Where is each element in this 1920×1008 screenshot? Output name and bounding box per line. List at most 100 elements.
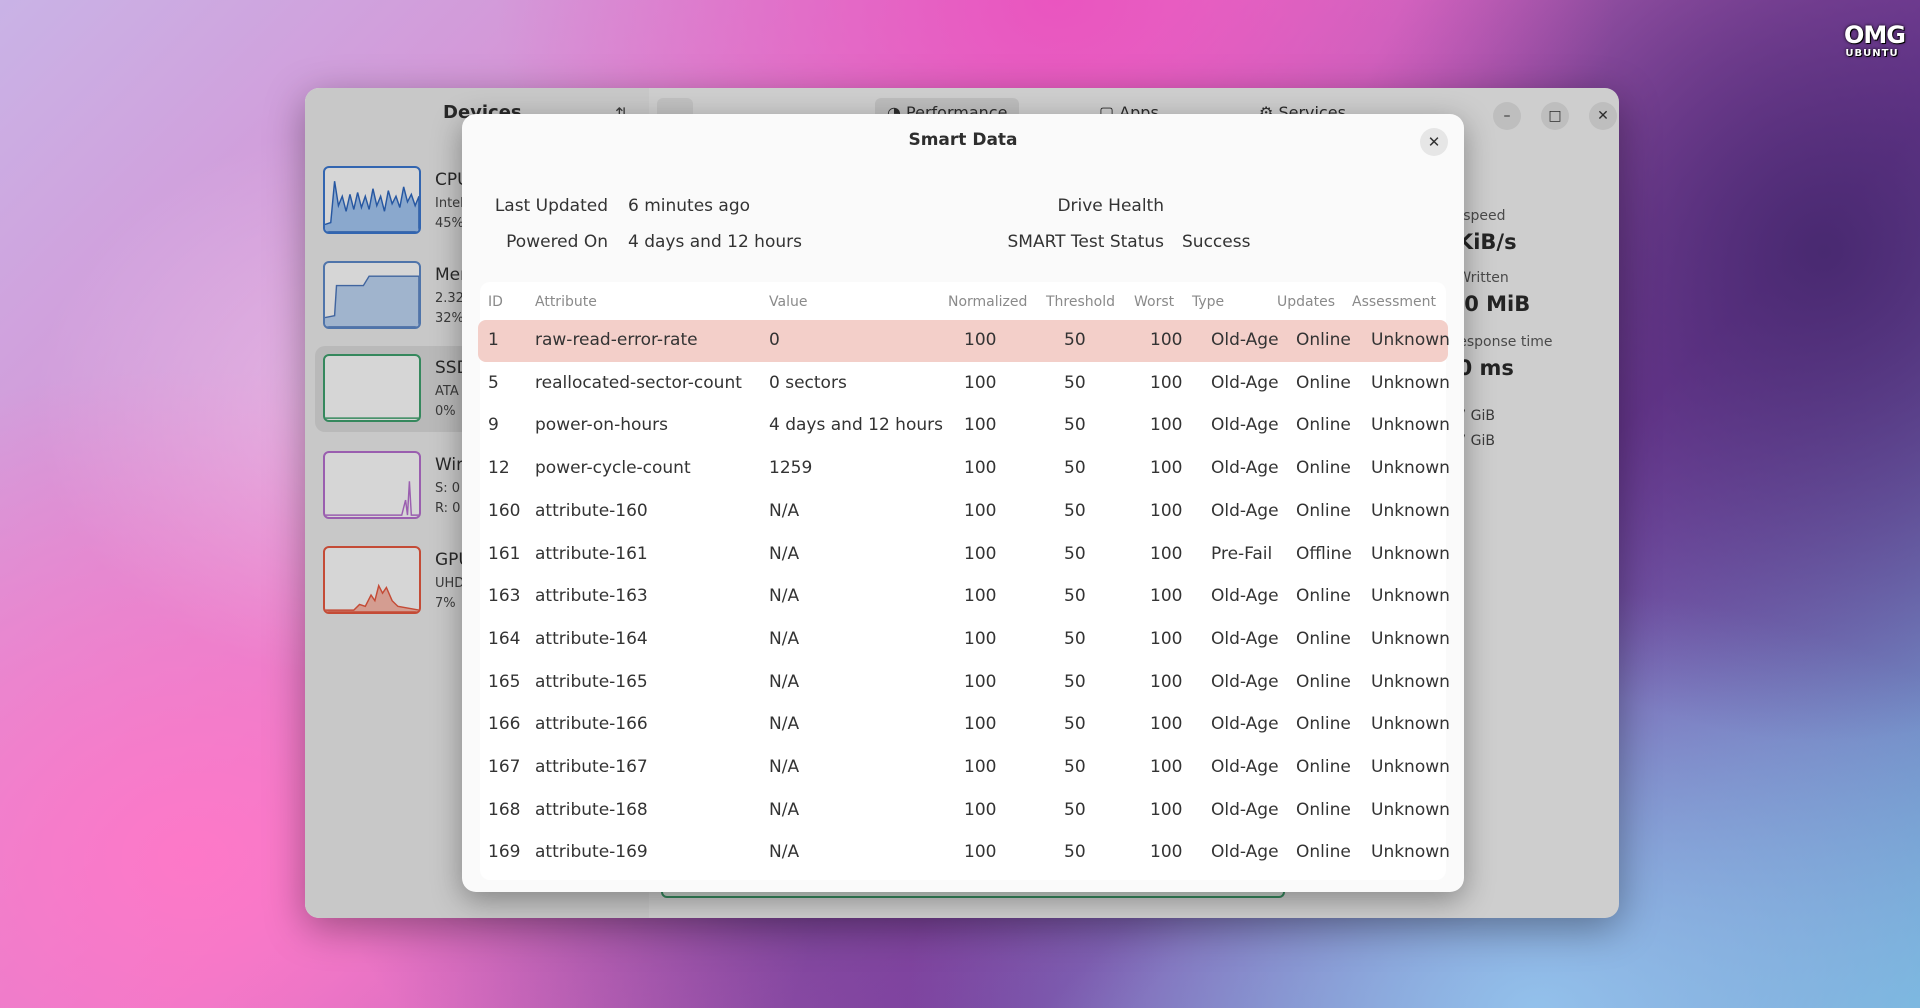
cell-assessment: Unknown: [1371, 415, 1450, 436]
cell-value: N/A: [769, 799, 800, 820]
cell-type: Old-Age: [1211, 458, 1279, 479]
cell-id: 12: [488, 458, 510, 479]
cell-threshold: 50: [1064, 415, 1086, 436]
table-row[interactable]: 169 attribute-169 N/A 100 50 100 Old-Age Online…: [480, 832, 1450, 874]
cell-threshold: 50: [1064, 799, 1086, 820]
cell-updates: Online: [1296, 586, 1351, 607]
cell-updates: Online: [1296, 842, 1351, 863]
cell-assessment: Unknown: [1371, 543, 1450, 564]
table-row[interactable]: 1 raw-read-error-rate 0 100 50 100 Old-Age Onli…: [478, 320, 1450, 362]
omg-ubuntu-logo: OMG UBUNTU: [1844, 22, 1906, 78]
column-header-value[interactable]: Value: [769, 294, 807, 310]
cell-normalized: 100: [964, 415, 997, 436]
cell-type: Old-Age: [1211, 330, 1279, 350]
table-row[interactable]: 5 reallocated-sector-count 0 sectors 100 50 1…: [480, 363, 1450, 405]
table-row[interactable]: 164 attribute-164 N/A 100 50 100 Old-Age Online…: [480, 619, 1450, 661]
table-row[interactable]: 160 attribute-160 N/A 100 50 100 Old-Age Online…: [480, 491, 1450, 533]
cell-value: N/A: [769, 842, 800, 863]
cell-updates: Online: [1296, 757, 1351, 777]
table-row[interactable]: 167 attribute-167 N/A 100 50 100 Old-Age Online…: [480, 747, 1450, 789]
cell-normalized: 100: [964, 458, 997, 479]
cell-type: Old-Age: [1211, 799, 1279, 820]
cell-value: 0: [769, 330, 780, 350]
cell-type: Old-Age: [1211, 671, 1279, 692]
cell-worst: 100: [1150, 671, 1183, 692]
cell-updates: Online: [1296, 799, 1351, 820]
cell-type: Old-Age: [1211, 842, 1279, 863]
cell-assessment: Unknown: [1371, 671, 1450, 692]
table-row[interactable]: 9 power-on-hours 4 days and 12 hours 100 50 1…: [480, 405, 1450, 447]
column-header-threshold[interactable]: Threshold: [1046, 294, 1115, 310]
cell-updates: Online: [1296, 671, 1351, 692]
cell-normalized: 100: [964, 714, 997, 735]
cell-id: 169: [488, 842, 521, 863]
smart-test-status-value: Success: [1182, 232, 1251, 252]
cell-attribute: attribute-160: [535, 500, 648, 521]
cell-updates: Online: [1296, 372, 1351, 393]
cell-value: N/A: [769, 714, 800, 735]
cell-threshold: 50: [1064, 330, 1086, 350]
cell-attribute: power-cycle-count: [535, 458, 691, 479]
cell-assessment: Unknown: [1371, 799, 1450, 820]
cell-assessment: Unknown: [1371, 330, 1450, 350]
cell-threshold: 50: [1064, 586, 1086, 607]
smart-attributes-table: ID Attribute Value Normalized Threshold …: [478, 282, 1450, 880]
cell-threshold: 50: [1064, 714, 1086, 735]
cell-type: Old-Age: [1211, 500, 1279, 521]
cell-normalized: 100: [964, 330, 997, 350]
cell-assessment: Unknown: [1371, 757, 1450, 777]
column-header-id[interactable]: ID: [488, 294, 503, 310]
cell-assessment: Unknown: [1371, 714, 1450, 735]
cell-updates: Online: [1296, 628, 1351, 649]
table-row[interactable]: 161 attribute-161 N/A 100 50 100 Pre-Fail Offli…: [480, 534, 1450, 576]
column-header-assessment[interactable]: Assessment: [1352, 294, 1436, 310]
cell-worst: 100: [1150, 799, 1183, 820]
table-row[interactable]: 166 attribute-166 N/A 100 50 100 Old-Age Online…: [480, 704, 1450, 746]
cell-threshold: 50: [1064, 671, 1086, 692]
column-header-normalized[interactable]: Normalized: [948, 294, 1027, 310]
cell-id: 161: [488, 543, 521, 564]
cell-attribute: attribute-161: [535, 543, 648, 564]
cell-attribute: power-on-hours: [535, 415, 669, 436]
column-header-type[interactable]: Type: [1192, 294, 1224, 310]
close-dialog-button[interactable]: ✕: [1420, 128, 1448, 156]
cell-id: 163: [488, 586, 521, 607]
cell-assessment: Unknown: [1371, 372, 1450, 393]
cell-type: Old-Age: [1211, 628, 1279, 649]
cell-id: 165: [488, 671, 521, 692]
cell-type: Old-Age: [1211, 415, 1279, 436]
cell-value: N/A: [769, 500, 800, 521]
cell-assessment: Unknown: [1371, 842, 1450, 863]
cell-attribute: attribute-166: [535, 714, 648, 735]
column-header-worst[interactable]: Worst: [1134, 294, 1174, 310]
last-updated-value: 6 minutes ago: [628, 196, 751, 216]
table-row[interactable]: 165 attribute-165 N/A 100 50 100 Old-Age Online…: [480, 662, 1450, 704]
cell-worst: 100: [1150, 500, 1183, 521]
cell-id: 1: [488, 330, 499, 350]
table-row[interactable]: 163 attribute-163 N/A 100 50 100 Old-Age Online…: [480, 576, 1450, 618]
cell-type: Old-Age: [1211, 714, 1279, 735]
cell-worst: 100: [1150, 372, 1183, 393]
last-updated-label: Last Updated: [494, 196, 608, 216]
column-header-attribute[interactable]: Attribute: [535, 294, 597, 310]
cell-threshold: 50: [1064, 757, 1086, 777]
cell-threshold: 50: [1064, 628, 1086, 649]
column-header-updates[interactable]: Updates: [1277, 294, 1335, 310]
cell-id: 164: [488, 628, 521, 649]
cell-normalized: 100: [964, 799, 997, 820]
cell-type: Old-Age: [1211, 757, 1279, 777]
cell-updates: Online: [1296, 458, 1351, 479]
cell-normalized: 100: [964, 757, 997, 777]
cell-attribute: reallocated-sector-count: [535, 372, 742, 393]
drive-health-label: Drive Health: [1057, 196, 1164, 216]
cell-worst: 100: [1150, 543, 1183, 564]
table-row[interactable]: 12 power-cycle-count 1259 100 50 100 Old-Age On…: [480, 448, 1450, 490]
cell-type: Old-Age: [1211, 586, 1279, 607]
cell-id: 168: [488, 799, 521, 820]
cell-worst: 100: [1150, 757, 1183, 777]
cell-threshold: 50: [1064, 500, 1086, 521]
cell-normalized: 100: [964, 628, 997, 649]
table-row[interactable]: 168 attribute-168 N/A 100 50 100 Old-Age Online…: [480, 790, 1450, 832]
cell-value: 4 days and 12 hours: [769, 415, 943, 436]
cell-id: 167: [488, 757, 521, 777]
